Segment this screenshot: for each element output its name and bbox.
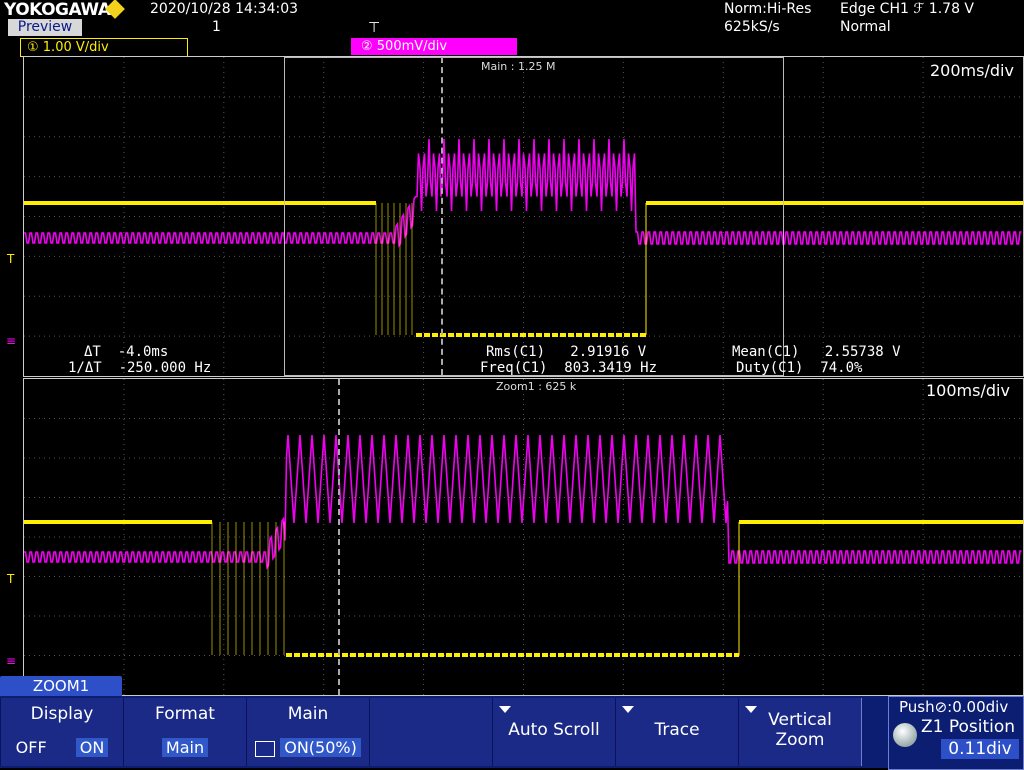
display-softkey[interactable]: Display OFF ON <box>0 698 124 766</box>
z1-position-knob-panel[interactable]: Push⊘:0.00div Z1 Position 0.11div <box>888 696 1024 770</box>
zoom-region-box[interactable] <box>284 57 784 376</box>
acquisition-mode: Norm:Hi-Res <box>724 1 812 17</box>
graticule <box>24 379 1023 695</box>
brand-logo: YOKOGAWA <box>4 0 111 20</box>
ch1-trigger-level-marker[interactable]: T <box>7 252 14 266</box>
zoom1-menu-tab[interactable]: ZOOM1 <box>0 676 122 696</box>
vertical-zoom-submenu-icon <box>745 706 757 713</box>
blank-softkey[interactable] <box>369 698 493 766</box>
zoom-waveform-canvas <box>24 379 1023 695</box>
zoom-cursor-line[interactable] <box>338 379 340 695</box>
ch2-trace <box>24 434 1022 570</box>
main-value: ON(50%) <box>280 738 361 757</box>
main-softkey[interactable]: Main ON(50%) <box>246 698 370 766</box>
auto-scroll-softkey[interactable]: Auto Scroll <box>492 698 616 766</box>
trigger-setting: Edge CH1 ℱ 1.78 V <box>840 1 974 17</box>
push-reset-hint: Push⊘:0.00div <box>899 698 1009 716</box>
ch2-ground-marker[interactable]: ≡ <box>6 334 16 348</box>
format-title: Format <box>155 704 215 724</box>
ch1-scale-label[interactable]: ① 1.00 V/div <box>20 38 188 57</box>
ch2-scale-label[interactable]: ② 500mV/div <box>351 38 517 55</box>
inverse-delta-t-readout: 1/ΔT -250.000 Hz <box>68 360 212 376</box>
main-timebase: 200ms/div <box>930 61 1014 80</box>
trace-label: Trace <box>654 720 700 740</box>
sample-rate: 625kS/s <box>724 19 780 35</box>
preview-tag: Preview <box>8 19 82 36</box>
auto-scroll-label: Auto Scroll <box>508 720 600 740</box>
auto-scroll-submenu-icon <box>499 706 511 713</box>
mean-readout: Mean(C1) 2.55738 V <box>732 344 901 360</box>
z1-position-value: 0.11div <box>941 739 1019 759</box>
display-off-option: OFF <box>15 738 47 757</box>
vertical-zoom-softkey[interactable]: Vertical Zoom <box>738 698 862 766</box>
zoom-ch2-ground-marker[interactable]: ≡ <box>6 654 16 668</box>
zoom-waveform-pane[interactable]: Zoom1 : 625 k 100ms/div <box>23 378 1024 696</box>
main-cursor-line[interactable] <box>441 57 443 375</box>
trigger-position-icon: ⊤ <box>368 20 381 36</box>
acquisition-count: 1 <box>212 19 221 35</box>
vertical-zoom-label-2: Zoom <box>775 730 825 750</box>
z1-position-title: Z1 Position <box>921 717 1016 737</box>
main-waveform-pane[interactable]: Main : 1.25 M 200ms/div ΔT -4.0ms 1/ΔT -… <box>23 56 1024 377</box>
duty-readout: Duty(C1) 74.0% <box>736 360 863 376</box>
split-screen-icon <box>255 740 276 757</box>
trace-softkey[interactable]: Trace <box>615 698 739 766</box>
zoom-record-label: Zoom1 : 625 k <box>496 380 577 393</box>
display-title: Display <box>30 704 94 724</box>
freq-readout: Freq(C1) 803.3419 Hz <box>480 360 658 376</box>
main-title: Main <box>287 704 329 724</box>
display-on-option: ON <box>75 738 109 757</box>
main-record-label: Main : 1.25 M <box>481 60 556 73</box>
zoom-ch1-trigger-level-marker[interactable]: T <box>7 572 14 586</box>
ch1-trace <box>24 520 1023 657</box>
trace-submenu-icon <box>622 706 634 713</box>
rms-readout: Rms(C1) 2.91916 V <box>486 344 647 360</box>
datetime: 2020/10/28 14:34:03 <box>150 1 299 17</box>
rotary-knob-icon <box>893 723 917 747</box>
ch1-scale-text: ① 1.00 V/div <box>27 40 109 55</box>
vertical-zoom-label-1: Vertical <box>768 710 832 730</box>
trigger-mode: Normal <box>840 19 891 35</box>
format-value: Main <box>161 738 209 757</box>
status-bar: YOKOGAWA Preview 2020/10/28 14:34:03 1 ⊤… <box>0 0 1024 38</box>
delta-t-readout: ΔT -4.0ms <box>84 344 169 360</box>
zoom-timebase: 100ms/div <box>926 381 1010 400</box>
format-softkey[interactable]: Format Main <box>123 698 247 766</box>
ch2-scale-text: ② 500mV/div <box>361 39 448 54</box>
